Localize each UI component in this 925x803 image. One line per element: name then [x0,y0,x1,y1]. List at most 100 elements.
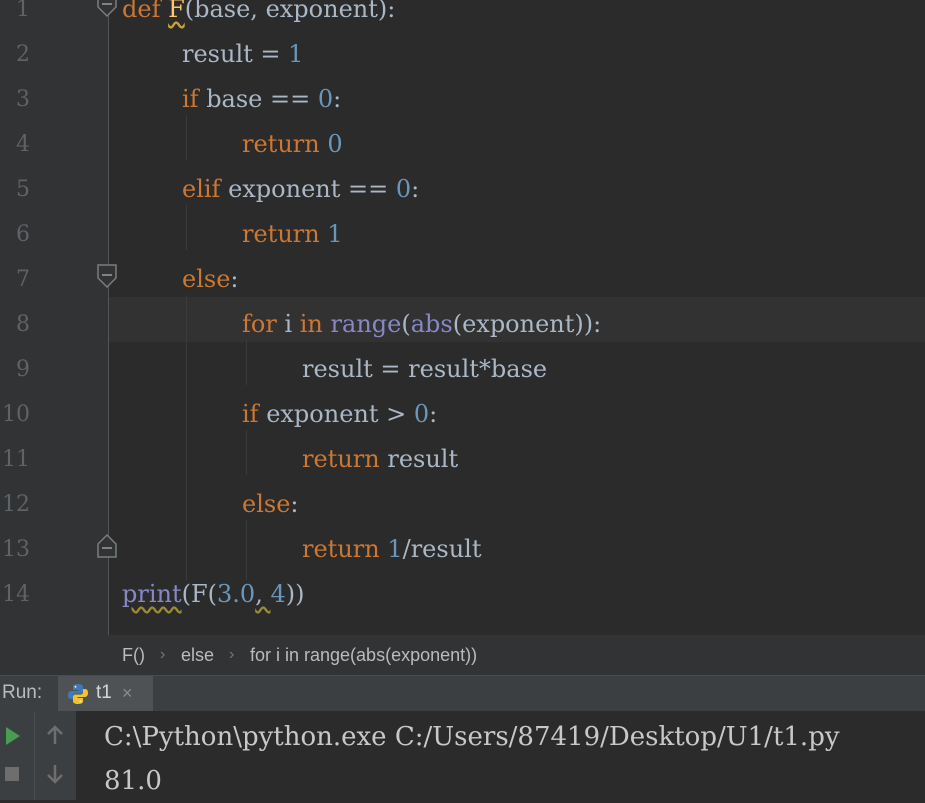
code-editor[interactable]: 1 2 3 4 5 6 7 8 9 10 11 12 13 14 def F(b… [0,0,925,635]
code-line-1[interactable]: def F(base, exponent): [122,0,395,32]
code-line-2[interactable]: result = 1 [182,32,303,77]
keyword: return [302,535,380,563]
run-tool-strip [0,711,76,800]
tool-strip-separator [34,711,35,800]
code-line-7[interactable]: else: [182,257,239,302]
code-line-6[interactable]: return 1 [242,212,343,257]
code-line-9[interactable]: result = result*base [302,347,547,392]
line-number: 11 [2,447,30,472]
code-text: (exponent)): [452,310,602,338]
code-text: (F( [181,580,218,608]
line-number: 13 [2,537,30,562]
builtin-name: abs [410,310,453,338]
arrow-down-icon[interactable] [45,763,65,789]
indent-guide [186,295,187,580]
number-literal: 1 [379,535,403,563]
code-text: ( [401,310,411,338]
code-line-5[interactable]: elif exponent == 0: [182,167,419,212]
breadcrumb-item-for-loop[interactable]: for i in range(abs(exponent)) [250,635,477,675]
keyword: if [242,400,259,428]
code-line-8[interactable]: for i in range(abs(exponent)): [242,302,601,347]
keyword: else [242,490,291,518]
line-number: 2 [16,42,30,67]
fold-marker-icon[interactable] [96,0,118,18]
builtin-name: range [330,310,402,338]
run-tab-label: t1 [96,682,112,703]
stop-icon[interactable] [4,766,20,786]
line-number: 3 [16,87,30,112]
code-text: exponent == [220,175,396,203]
code-text: exponent > [258,400,414,428]
code-text: : [230,265,239,293]
number-literal: 1 [319,220,343,248]
code-text: result = [182,40,289,68]
code-line-10[interactable]: if exponent > 0: [242,392,437,437]
code-line-4[interactable]: return 0 [242,122,343,167]
line-number: 7 [16,267,30,292]
run-tab-t1[interactable]: t1 × [58,676,153,711]
keyword: in [299,310,323,338]
code-line-11[interactable]: return result [302,437,458,482]
arrow-up-icon[interactable] [45,724,65,750]
line-number: 14 [2,582,30,607]
close-icon[interactable]: × [122,676,133,710]
line-number: 5 [16,177,30,202]
number-literal: 3.0 [217,580,256,608]
code-text: result [379,445,459,473]
keyword: return [302,445,380,473]
console-output-line: C:\Python\python.exe C:/Users/87419/Desk… [104,722,840,752]
breadcrumb: F() › else › for i in range(abs(exponent… [0,635,925,675]
code-text: (base, exponent): [184,0,396,23]
keyword: return [242,130,320,158]
code-text: result = result*base [302,355,548,383]
keyword: def [122,0,161,23]
run-label: Run: [2,682,43,703]
breadcrumb-item-function[interactable]: F() [122,635,145,675]
code-line-12[interactable]: else: [242,482,299,527]
code-text: base == [198,85,318,113]
number-literal: 0 [395,175,412,203]
code-text: : [290,490,299,518]
keyword: elif [182,175,221,203]
keyword: else [182,265,231,293]
line-number: 6 [16,222,30,247]
code-text: , [255,580,271,608]
number-literal: 0 [413,400,430,428]
keyword: if [182,85,199,113]
code-text: : [333,85,342,113]
code-text: )) [285,580,305,608]
run-play-icon[interactable] [4,725,22,751]
line-number: 1 [16,0,30,22]
python-icon [66,682,90,712]
code-line-13[interactable]: return 1/result [302,527,481,572]
number-literal: 1 [288,40,304,68]
line-number: 9 [16,357,30,382]
line-number: 8 [16,312,30,337]
code-text: /result [402,535,482,563]
indent-guide [246,520,247,580]
code-line-14[interactable]: print(F(3.0, 4)) [122,572,304,617]
code-text: i [276,310,300,338]
console-output-line: 81.0 [104,766,162,796]
breadcrumb-separator: › [160,646,166,663]
number-literal: 0 [319,130,343,158]
line-number: 4 [16,132,30,157]
builtin-name: print [122,580,182,608]
breadcrumb-separator: › [229,646,235,663]
keyword: return [242,220,320,248]
number-literal: 4 [270,580,286,608]
run-console-panel: C:\Python\python.exe C:/Users/87419/Desk… [0,711,925,800]
fold-marker-icon[interactable] [96,263,118,289]
code-text: : [411,175,420,203]
fold-marker-icon[interactable] [96,533,118,559]
code-line-3[interactable]: if base == 0: [182,77,341,122]
number-literal: 0 [317,85,334,113]
keyword: for [242,310,277,338]
function-name: F [168,0,185,23]
run-toolbar: Run: t1 × [0,675,925,711]
line-number: 10 [2,402,30,427]
line-number: 12 [2,492,30,517]
code-text: : [429,400,438,428]
breadcrumb-item-else[interactable]: else [181,635,214,675]
